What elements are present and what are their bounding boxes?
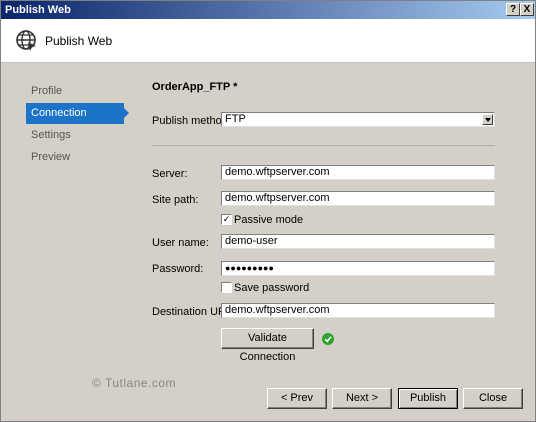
globe-icon: [16, 30, 36, 51]
sidebar-item-connection[interactable]: Connection: [26, 103, 129, 124]
save-password-checkbox[interactable]: [221, 282, 232, 293]
server-label: Server:: [152, 168, 188, 180]
prev-button[interactable]: < Prev: [267, 388, 327, 409]
user-name-input[interactable]: demo-user: [221, 234, 495, 249]
separator: [152, 145, 495, 146]
watermark: © Tutlane.com: [92, 376, 177, 390]
publish-method-value: FTP: [225, 113, 246, 125]
next-button[interactable]: Next >: [332, 388, 392, 409]
passive-mode-label: Passive mode: [234, 214, 304, 226]
close-window-button[interactable]: X: [520, 3, 534, 16]
validation-success-icon: [322, 333, 334, 345]
window-title: Publish Web: [5, 4, 71, 16]
publish-method-select[interactable]: FTP: [221, 112, 495, 127]
destination-url-input[interactable]: demo.wftpserver.com: [221, 303, 495, 318]
publish-button[interactable]: Publish: [398, 388, 458, 409]
publish-web-dialog: Publish Web ? X Publish Web Profile Conn…: [0, 0, 536, 422]
password-label: Password:: [152, 263, 204, 275]
sidebar-item-settings[interactable]: Settings: [26, 125, 124, 146]
sidebar-item-preview[interactable]: Preview: [26, 147, 124, 168]
site-path-label: Site path:: [152, 194, 199, 206]
sidebar-item-profile[interactable]: Profile: [26, 81, 124, 102]
server-input[interactable]: demo.wftpserver.com: [221, 165, 495, 180]
help-button[interactable]: ?: [506, 3, 520, 16]
dropdown-arrow-icon[interactable]: [482, 114, 493, 125]
dialog-header: Publish Web: [1, 19, 535, 63]
save-password-label: Save password: [234, 282, 310, 294]
close-button[interactable]: Close: [463, 388, 523, 409]
title-bar: Publish Web ? X: [1, 1, 535, 19]
user-name-label: User name:: [152, 237, 209, 249]
profile-name: OrderApp_FTP *: [152, 81, 238, 93]
password-input[interactable]: ●●●●●●●●●: [221, 261, 495, 276]
header-title: Publish Web: [45, 34, 113, 48]
publish-method-label: Publish method:: [152, 115, 231, 127]
validate-connection-button[interactable]: Validate Connection: [221, 328, 314, 363]
site-path-input[interactable]: demo.wftpserver.com: [221, 191, 495, 206]
passive-mode-checkbox[interactable]: ✓: [221, 214, 232, 225]
